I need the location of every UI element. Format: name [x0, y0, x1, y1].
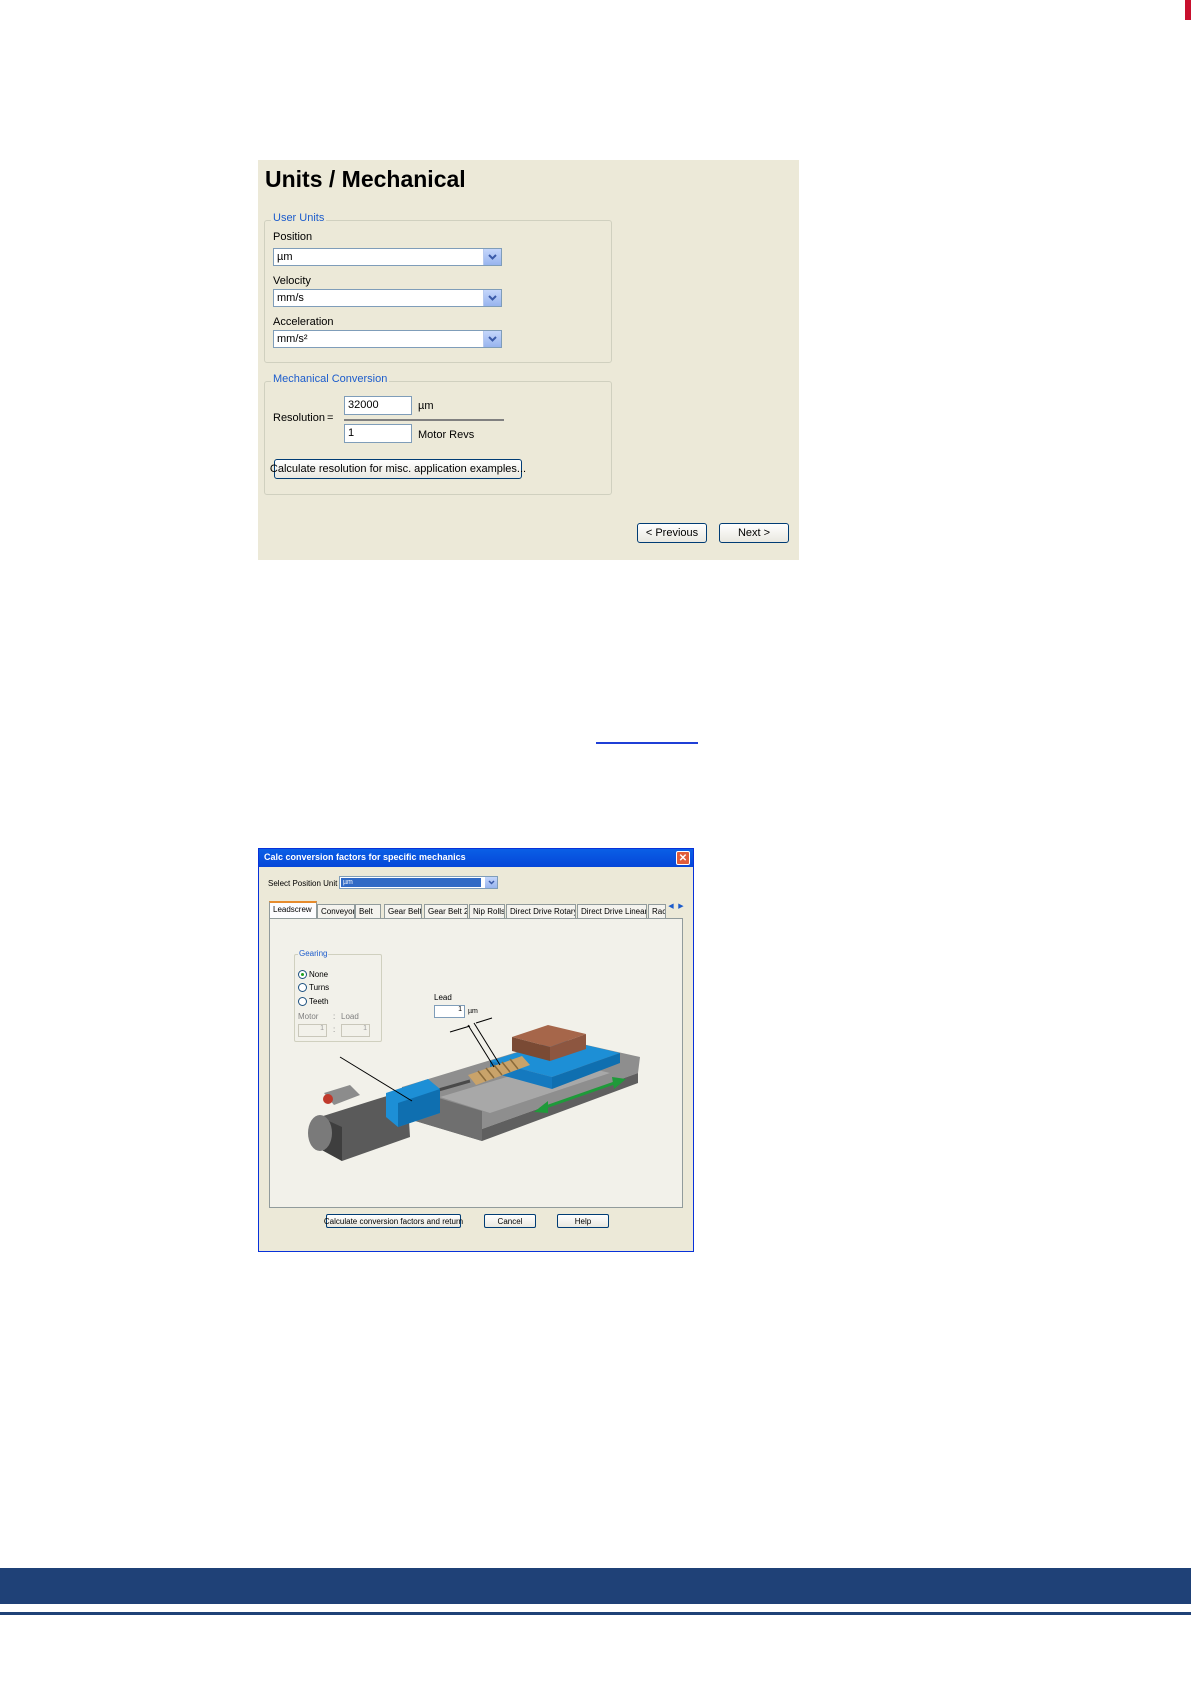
- position-unit-value: µm: [341, 878, 481, 887]
- tab-nip-rolls[interactable]: Nip Rolls: [469, 904, 505, 918]
- velocity-unit-select[interactable]: mm/s: [273, 289, 502, 307]
- calc-resolution-button[interactable]: Calculate resolution for misc. applicati…: [270, 459, 526, 479]
- acceleration-unit-select[interactable]: mm/s²: [273, 330, 502, 348]
- position-unit-select[interactable]: µm: [273, 248, 502, 266]
- gearing-none-label: None: [309, 970, 329, 979]
- resolution-denominator-unit: Motor Revs: [418, 429, 475, 441]
- acceleration-unit-value: mm/s²: [277, 333, 308, 345]
- chevron-down-icon[interactable]: [483, 331, 501, 347]
- resolution-equals: =: [327, 412, 334, 424]
- page-edge-marker: [1185, 0, 1191, 20]
- tab-leadscrew[interactable]: Leadscrew: [269, 901, 317, 919]
- gearing-teeth-label: Teeth: [309, 997, 329, 1006]
- gearing-legend: Gearing: [298, 949, 329, 958]
- velocity-unit-value: mm/s: [277, 292, 304, 304]
- tab-conveyor[interactable]: Conveyor: [317, 904, 355, 918]
- chevron-down-icon[interactable]: [485, 877, 497, 888]
- lead-label: Lead: [434, 993, 452, 1002]
- fraction-divider: [344, 419, 504, 421]
- tab-direct-drive-linear[interactable]: Direct Drive Linear: [577, 904, 647, 918]
- resolution-numerator-input[interactable]: 32000: [344, 396, 412, 415]
- tab-rack[interactable]: Rack: [648, 904, 666, 918]
- hyperlink-underline[interactable]: [596, 742, 698, 744]
- help-button[interactable]: Help: [557, 1214, 609, 1228]
- acceleration-label: Acceleration: [273, 316, 334, 328]
- chevron-left-icon[interactable]: ◀: [668, 902, 673, 913]
- page-title: Units / Mechanical: [265, 166, 466, 192]
- gearing-turns-radio[interactable]: [298, 983, 307, 992]
- gearing-teeth-radio[interactable]: [298, 997, 307, 1006]
- leadscrew-illustration: [308, 1017, 640, 1161]
- mechanical-conversion-legend: Mechanical Conversion: [271, 373, 390, 385]
- footer-rule: [0, 1612, 1191, 1615]
- chevron-down-icon[interactable]: [483, 290, 501, 306]
- dialog-title-bar: Calc conversion factors for specific mec…: [259, 849, 693, 867]
- leadscrew-tab-panel: Gearing None Turns Teeth Motor : Load 1 …: [269, 918, 683, 1208]
- gearing-none-radio[interactable]: [298, 970, 307, 979]
- calc-conversion-button[interactable]: Calculate conversion factors and return: [324, 1214, 463, 1228]
- user-units-legend: User Units: [271, 212, 327, 224]
- units-mechanical-panel: Units / Mechanical User Units Position µ…: [258, 160, 799, 560]
- position-unit-select[interactable]: µm: [339, 876, 498, 889]
- chevron-right-icon[interactable]: ▶: [678, 902, 683, 913]
- tab-direct-drive-rotary[interactable]: Direct Drive Rotary: [506, 904, 576, 918]
- tab-gear-belt-2[interactable]: Gear Belt 2: [424, 904, 468, 918]
- tab-scroll-arrows[interactable]: ◀ ▶: [666, 902, 686, 913]
- dialog-title: Calc conversion factors for specific mec…: [264, 852, 466, 862]
- resolution-denominator-input[interactable]: 1: [344, 424, 412, 443]
- footer-band: [0, 1568, 1191, 1604]
- select-position-unit-label: Select Position Unit: [268, 879, 338, 888]
- gearing-turns-label: Turns: [309, 983, 330, 992]
- tab-gear-belt[interactable]: Gear Belt: [384, 904, 422, 918]
- position-label: Position: [273, 231, 313, 243]
- position-unit-value: µm: [277, 251, 293, 263]
- previous-button[interactable]: < Previous: [637, 523, 707, 543]
- resolution-numerator-unit: µm: [418, 400, 434, 412]
- next-button[interactable]: Next >: [719, 523, 789, 543]
- calc-conversion-dialog: Calc conversion factors for specific mec…: [258, 848, 694, 1252]
- tab-belt[interactable]: Belt: [355, 904, 381, 918]
- close-icon[interactable]: ✕: [676, 851, 690, 865]
- cancel-button[interactable]: Cancel: [484, 1214, 536, 1228]
- resolution-label: Resolution: [273, 412, 325, 424]
- velocity-label: Velocity: [273, 275, 311, 287]
- chevron-down-icon[interactable]: [483, 249, 501, 265]
